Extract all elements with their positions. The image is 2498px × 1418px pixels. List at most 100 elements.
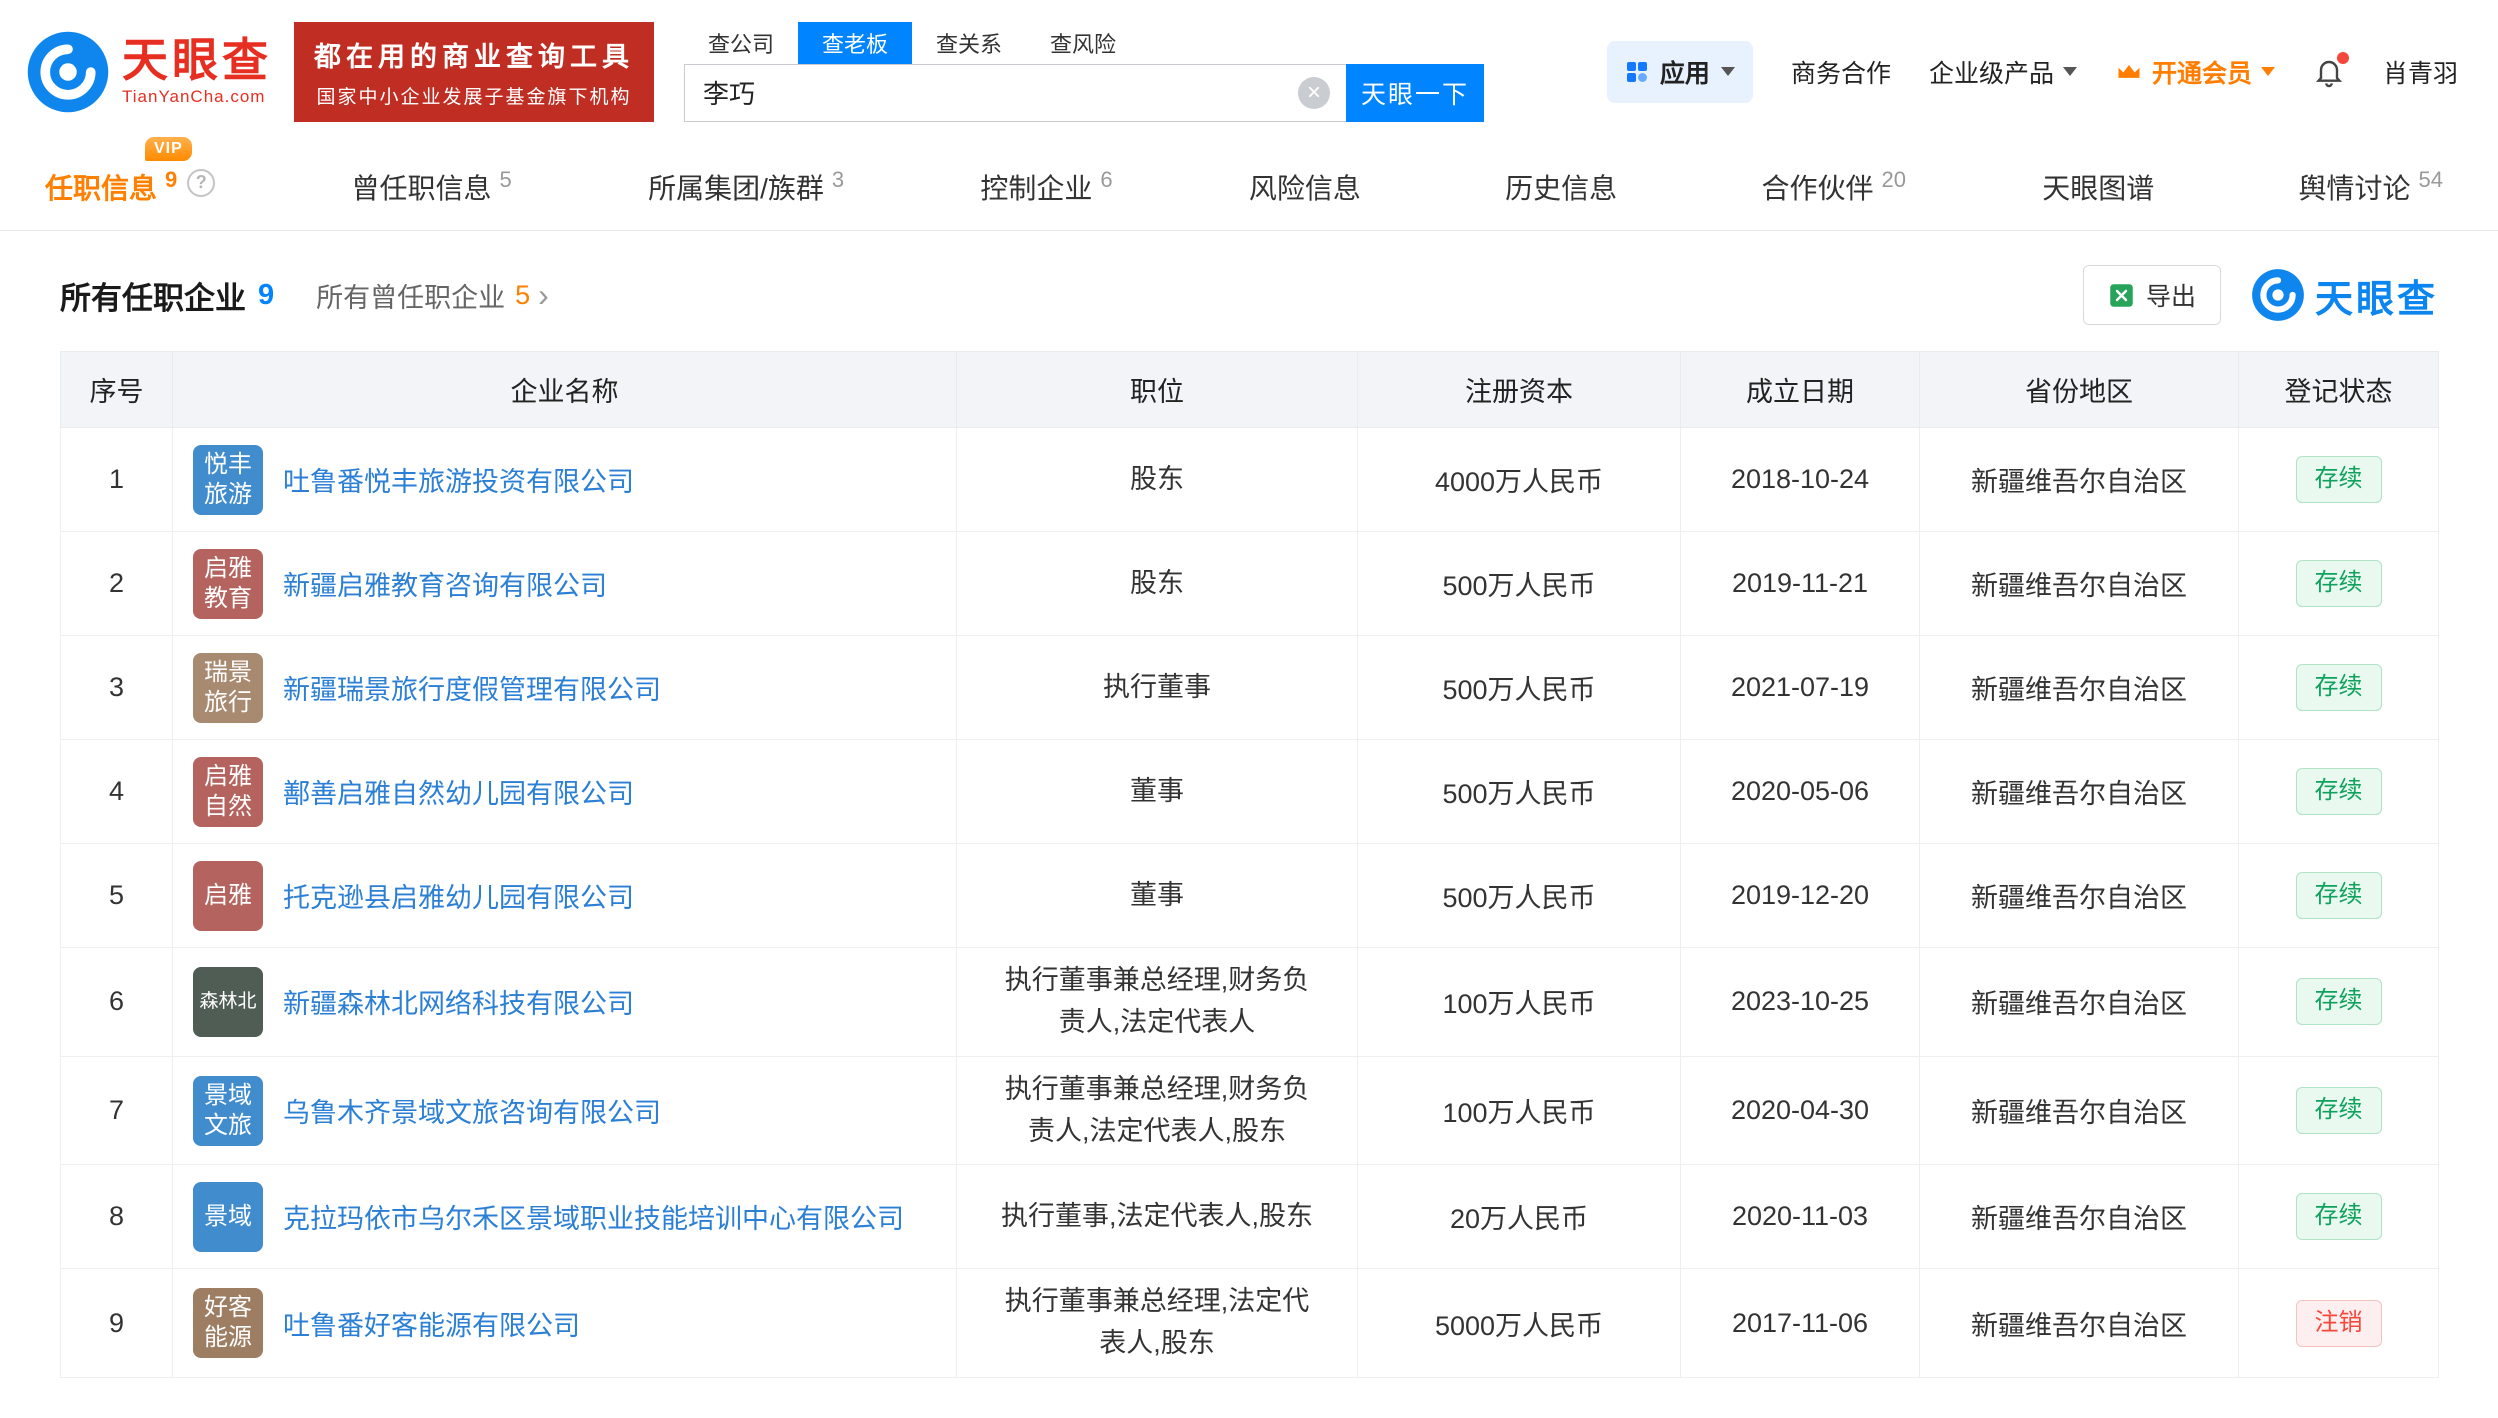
nav-tab-count: 5: [500, 167, 512, 193]
company-link[interactable]: 新疆森林北网络科技有限公司: [283, 982, 634, 1021]
capital-cell: 500万人民币: [1358, 740, 1681, 844]
company-cell: 启雅 教育 新疆启雅教育咨询有限公司: [193, 549, 942, 619]
company-link[interactable]: 乌鲁木齐景域文旅咨询有限公司: [283, 1091, 661, 1130]
search-tab[interactable]: 查公司: [684, 22, 798, 64]
clear-search-icon[interactable]: [1298, 77, 1330, 109]
company-link[interactable]: 吐鲁番好客能源有限公司: [283, 1304, 580, 1343]
nav-tab[interactable]: 曾任职信息 5: [352, 167, 512, 207]
section-actions: 导出 天眼查: [2083, 265, 2438, 325]
company-link[interactable]: 鄯善启雅自然幼儿园有限公司: [283, 772, 634, 811]
search-tab[interactable]: 查风险: [1026, 22, 1140, 64]
search-area: 查公司查老板查关系查风险 天眼一下: [684, 22, 1484, 122]
search-box: 天眼一下: [684, 64, 1484, 122]
company-link[interactable]: 新疆瑞景旅行度假管理有限公司: [283, 668, 661, 707]
nav-tab[interactable]: 天眼图谱: [2042, 167, 2162, 207]
company-cell: 启雅 自然 鄯善启雅自然幼儿园有限公司: [193, 757, 942, 827]
nav-tab-label: 曾任职信息: [352, 167, 492, 207]
table-row: 7 景域 文旅 乌鲁木齐景域文旅咨询有限公司 执行董事兼总经理,财务负责人,法定…: [61, 1056, 2439, 1165]
company-cell: 启雅 托克逊县启雅幼儿园有限公司: [193, 861, 942, 931]
apps-menu[interactable]: 应用: [1607, 41, 1753, 103]
col-header-company: 企业名称: [173, 352, 957, 428]
nav-tab-count: 3: [832, 167, 844, 193]
company-link[interactable]: 克拉玛依市乌尔禾区景域职业技能培训中心有限公司: [283, 1197, 904, 1236]
search-tab[interactable]: 查老板: [798, 22, 912, 64]
table-row: 8 景域 克拉玛依市乌尔禾区景域职业技能培训中心有限公司 执行董事,法定代表人,…: [61, 1165, 2439, 1269]
capital-cell: 20万人民币: [1358, 1165, 1681, 1269]
region-cell: 新疆维吾尔自治区: [1920, 636, 2239, 740]
row-index: 2: [61, 532, 173, 636]
tianyancha-logo[interactable]: 天眼查 TianYanCha.com: [26, 30, 272, 114]
slogan-line-2: 国家中小企业发展子基金旗下机构: [314, 82, 634, 109]
nav-tabs: VIP 任职信息 9 曾任职信息 5 所属集团/族群 3 控制企业 6 风险信息…: [0, 143, 2498, 231]
nav-tab[interactable]: VIP 任职信息 9: [45, 167, 215, 207]
watermark-logo-icon: [2251, 268, 2305, 322]
capital-cell: 500万人民币: [1358, 844, 1681, 948]
vip-badge: VIP: [145, 137, 192, 161]
date-cell: 2017-11-06: [1681, 1269, 1920, 1378]
nav-tab-label: 所属集团/族群: [648, 167, 824, 207]
menu-item-business-cooperation[interactable]: 商务合作: [1791, 54, 1891, 90]
status-badge: 存续: [2296, 1087, 2382, 1134]
company-link[interactable]: 新疆启雅教育咨询有限公司: [283, 564, 607, 603]
tianyancha-logo-icon: [26, 30, 110, 114]
menu-item-open-membership[interactable]: 开通会员: [2115, 54, 2275, 90]
status-badge: 存续: [2296, 978, 2382, 1025]
company-logo: 景域 文旅: [193, 1076, 263, 1146]
date-cell: 2020-11-03: [1681, 1165, 1920, 1269]
watermark-text: 天眼查: [2315, 268, 2438, 323]
capital-cell: 500万人民币: [1358, 532, 1681, 636]
nav-tab[interactable]: 舆情讨论 54: [2299, 167, 2444, 207]
company-link[interactable]: 托克逊县启雅幼儿园有限公司: [283, 876, 634, 915]
region-cell: 新疆维吾尔自治区: [1920, 1269, 2239, 1378]
tianyancha-watermark: 天眼查: [2251, 268, 2438, 323]
nav-tab[interactable]: 控制企业 6: [980, 167, 1112, 207]
section-title-text: 所有任职企业: [60, 273, 246, 318]
notification-bell[interactable]: [2313, 56, 2345, 88]
logo-name: 天眼查: [122, 36, 272, 84]
capital-cell: 500万人民币: [1358, 636, 1681, 740]
table-header-row: 序号 企业名称 职位 注册资本 成立日期 省份地区 登记状态: [61, 352, 2439, 428]
search-tab[interactable]: 查关系: [912, 22, 1026, 64]
row-index: 6: [61, 948, 173, 1057]
row-index: 4: [61, 740, 173, 844]
chevron-right-icon: [538, 279, 549, 311]
row-index: 8: [61, 1165, 173, 1269]
help-icon[interactable]: [187, 169, 215, 197]
table-row: 3 瑞景 旅行 新疆瑞景旅行度假管理有限公司 执行董事 500万人民币 2021…: [61, 636, 2439, 740]
nav-tab[interactable]: 风险信息: [1249, 167, 1369, 207]
row-index: 7: [61, 1056, 173, 1165]
company-logo: 启雅: [193, 861, 263, 931]
status-badge: 注销: [2296, 1300, 2382, 1347]
user-menu[interactable]: 肖青羽: [2383, 54, 2458, 90]
company-cell: 瑞景 旅行 新疆瑞景旅行度假管理有限公司: [193, 653, 942, 723]
capital-cell: 4000万人民币: [1358, 428, 1681, 532]
search-button[interactable]: 天眼一下: [1346, 64, 1484, 122]
company-cell: 景域 文旅 乌鲁木齐景域文旅咨询有限公司: [193, 1076, 942, 1146]
status-cell: 存续: [2239, 1165, 2439, 1269]
nav-tab[interactable]: 所属集团/族群 3: [648, 167, 844, 207]
company-link[interactable]: 吐鲁番悦丰旅游投资有限公司: [283, 460, 634, 499]
former-positions-link[interactable]: 所有曾任职企业 5: [316, 276, 549, 315]
date-cell: 2020-04-30: [1681, 1056, 1920, 1165]
table-row: 6 森林北 新疆森林北网络科技有限公司 执行董事兼总经理,财务负责人,法定代表人…: [61, 948, 2439, 1057]
export-button[interactable]: 导出: [2083, 265, 2221, 325]
company-logo: 悦丰 旅游: [193, 445, 263, 515]
table-row: 9 好客 能源 吐鲁番好客能源有限公司 执行董事兼总经理,法定代表人,股东 50…: [61, 1269, 2439, 1378]
nav-tab-count: 20: [1881, 167, 1905, 193]
top-header: 天眼查 TianYanCha.com 都在用的商业查询工具 国家中小企业发展子基…: [0, 0, 2498, 143]
nav-tab[interactable]: 历史信息: [1505, 167, 1625, 207]
search-input[interactable]: [684, 64, 1346, 122]
company-logo: 好客 能源: [193, 1288, 263, 1358]
apps-label: 应用: [1660, 54, 1710, 90]
chevron-down-icon: [2261, 67, 2275, 76]
nav-tab-count: 9: [165, 167, 177, 193]
table-row: 4 启雅 自然 鄯善启雅自然幼儿园有限公司 董事 500万人民币 2020-05…: [61, 740, 2439, 844]
chevron-down-icon: [1721, 67, 1735, 76]
company-table-body: 1 悦丰 旅游 吐鲁番悦丰旅游投资有限公司 股东 4000万人民币 2018-1…: [61, 428, 2439, 1378]
date-cell: 2020-05-06: [1681, 740, 1920, 844]
status-cell: 存续: [2239, 948, 2439, 1057]
nav-tab[interactable]: 合作伙伴 20: [1761, 167, 1906, 207]
region-cell: 新疆维吾尔自治区: [1920, 844, 2239, 948]
menu-item-enterprise-products[interactable]: 企业级产品: [1929, 54, 2077, 90]
date-cell: 2019-12-20: [1681, 844, 1920, 948]
